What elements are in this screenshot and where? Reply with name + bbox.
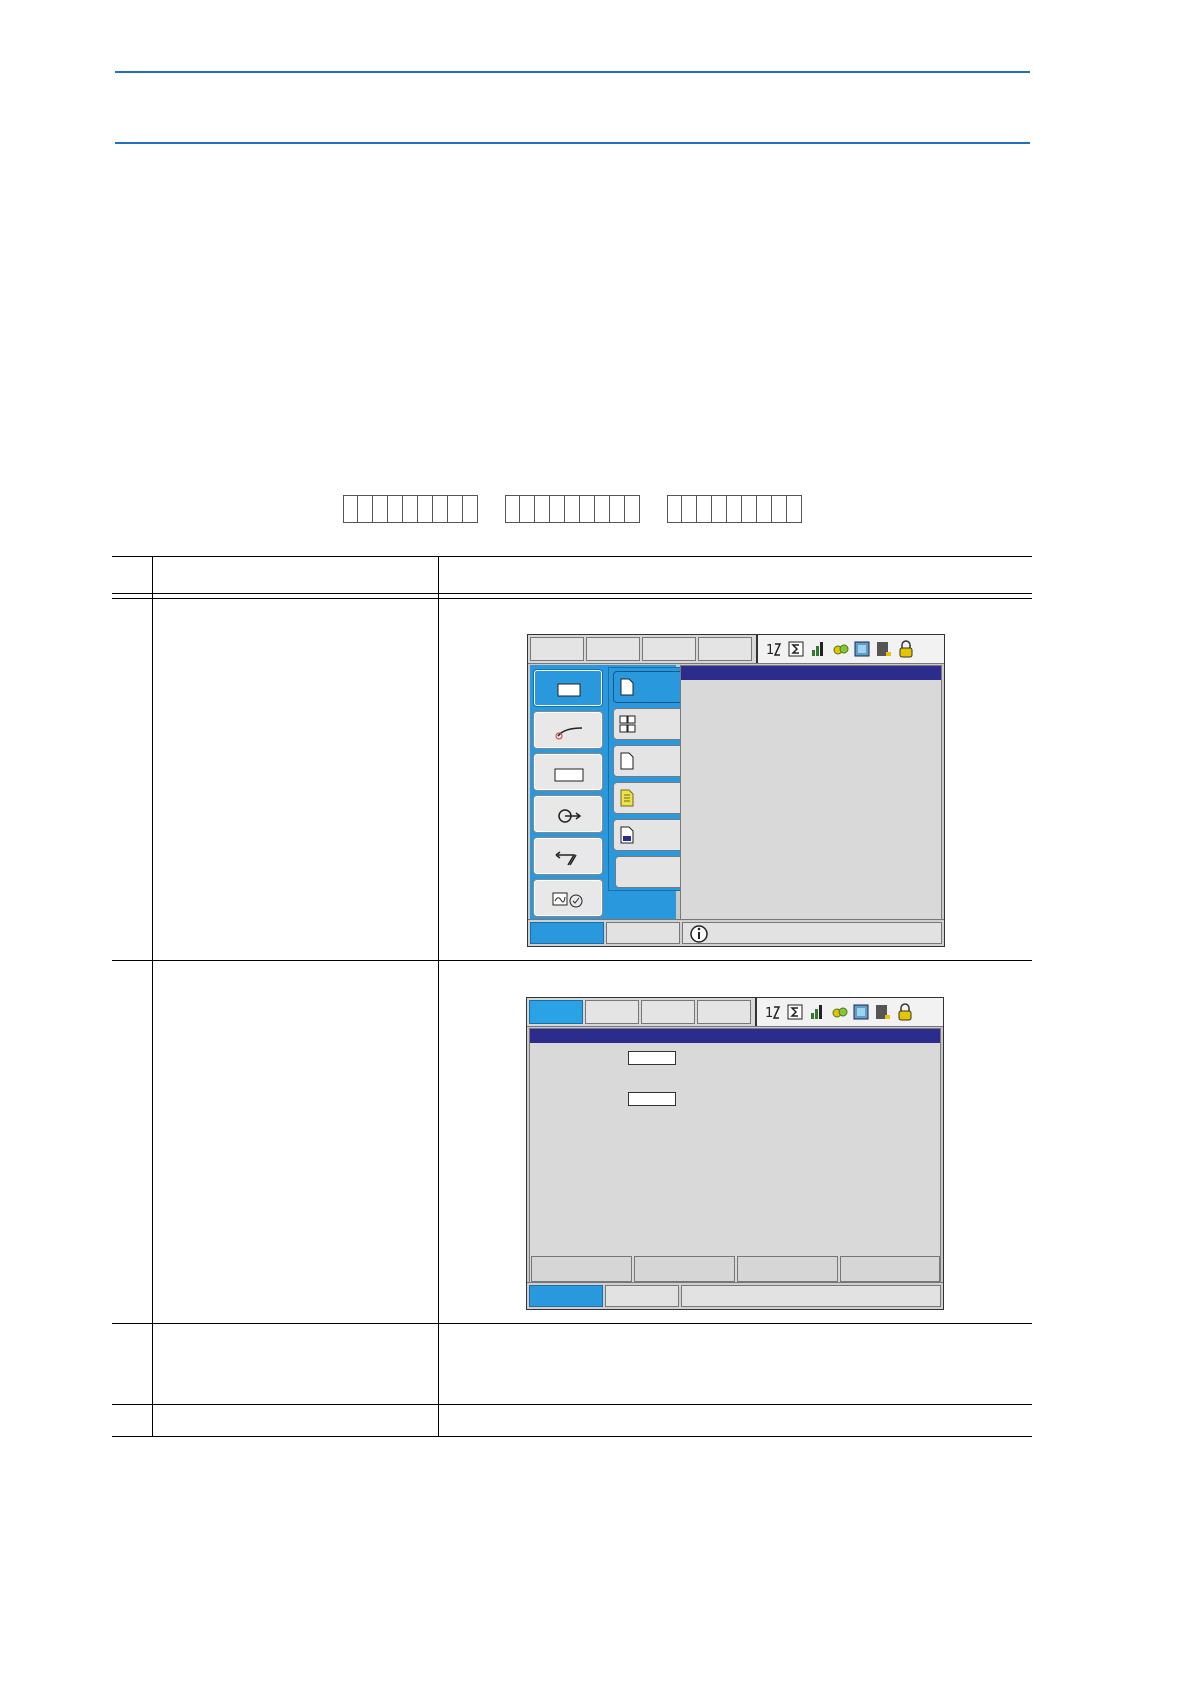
- main-menu-key[interactable]: [530, 922, 604, 944]
- coordinate-icon: 1: [765, 1003, 781, 1021]
- top-menu-2[interactable]: [585, 1000, 639, 1024]
- main-menu-system-info[interactable]: [533, 879, 603, 917]
- function-key-4[interactable]: [840, 1256, 940, 1282]
- arc-welding-icon: [555, 727, 583, 740]
- key-box-group-2: [505, 495, 640, 523]
- speed-icon: [810, 640, 826, 658]
- master-job-icon: [620, 789, 634, 807]
- main-menu-variable[interactable]: [533, 753, 603, 791]
- content-title-bar: [530, 1029, 940, 1043]
- top-menu-1[interactable]: [530, 637, 584, 661]
- function-key-1[interactable]: [531, 1256, 632, 1282]
- status-bar: [528, 919, 944, 946]
- message-area: [681, 1285, 941, 1307]
- top-menu-3[interactable]: [642, 637, 696, 661]
- teach-icon: [853, 1003, 869, 1021]
- top-menu-4[interactable]: [697, 1000, 751, 1024]
- main-menu-key[interactable]: [529, 1285, 603, 1307]
- top-menu-1[interactable]: [529, 1000, 583, 1024]
- top-menu-3[interactable]: [641, 1000, 695, 1024]
- function-key-3[interactable]: [737, 1256, 838, 1282]
- main-content-area: [680, 665, 942, 922]
- select-job-icon: [619, 715, 636, 733]
- security-icon: [876, 640, 892, 658]
- sum-icon: [787, 1003, 803, 1021]
- input-field-1[interactable]: [628, 1051, 676, 1065]
- variable-icon: [554, 768, 584, 782]
- in-out-icon: [558, 809, 582, 823]
- header-rule-bottom: [115, 142, 1030, 144]
- key-box-group-3: [667, 495, 802, 523]
- simple-menu-key[interactable]: [605, 1285, 679, 1307]
- teach-icon: [854, 640, 870, 658]
- job-capacity-icon: [620, 826, 634, 844]
- speed-icon: [809, 1003, 825, 1021]
- cycle-icon: [832, 640, 849, 658]
- lock-icon: [898, 640, 914, 658]
- simple-menu-key[interactable]: [606, 922, 680, 944]
- main-menu-robot[interactable]: [533, 837, 603, 875]
- system-info-icon: [552, 892, 583, 908]
- sum-icon: [788, 640, 804, 658]
- pendant-screen-main-menu: 1: [527, 634, 945, 947]
- svg-text:1: 1: [765, 1006, 773, 1021]
- content-title-bar: [681, 666, 941, 680]
- coordinate-icon: 1: [766, 640, 782, 658]
- security-icon: [875, 1003, 891, 1021]
- main-menu-job[interactable]: [533, 669, 603, 707]
- job-document-icon: [620, 678, 634, 696]
- status-icon-strip: 1: [755, 998, 943, 1026]
- job-create-content-area: [529, 1028, 941, 1285]
- main-menu-arc-welding[interactable]: [533, 711, 603, 749]
- top-menu-bar: 1: [527, 998, 943, 1027]
- status-bar: [527, 1282, 943, 1309]
- pendant-screen-job-create: 1: [526, 997, 944, 1310]
- svg-text:1: 1: [766, 643, 774, 658]
- cycle-icon: [831, 1003, 848, 1021]
- main-menu-in-out[interactable]: [533, 795, 603, 833]
- top-menu-2[interactable]: [586, 637, 640, 661]
- status-icon-strip: 1: [756, 635, 944, 663]
- top-menu-bar: 1: [528, 635, 944, 664]
- robot-icon: [555, 851, 577, 866]
- input-field-2[interactable]: [628, 1092, 676, 1106]
- header-rule-top: [115, 71, 1030, 73]
- message-area: [682, 922, 942, 944]
- key-box-group-1: [343, 495, 478, 523]
- top-menu-4[interactable]: [698, 637, 752, 661]
- lock-icon: [897, 1003, 913, 1021]
- function-key-2[interactable]: [634, 1256, 735, 1282]
- create-job-icon: [620, 752, 634, 770]
- info-icon: [690, 925, 708, 943]
- job-icon: [557, 683, 581, 697]
